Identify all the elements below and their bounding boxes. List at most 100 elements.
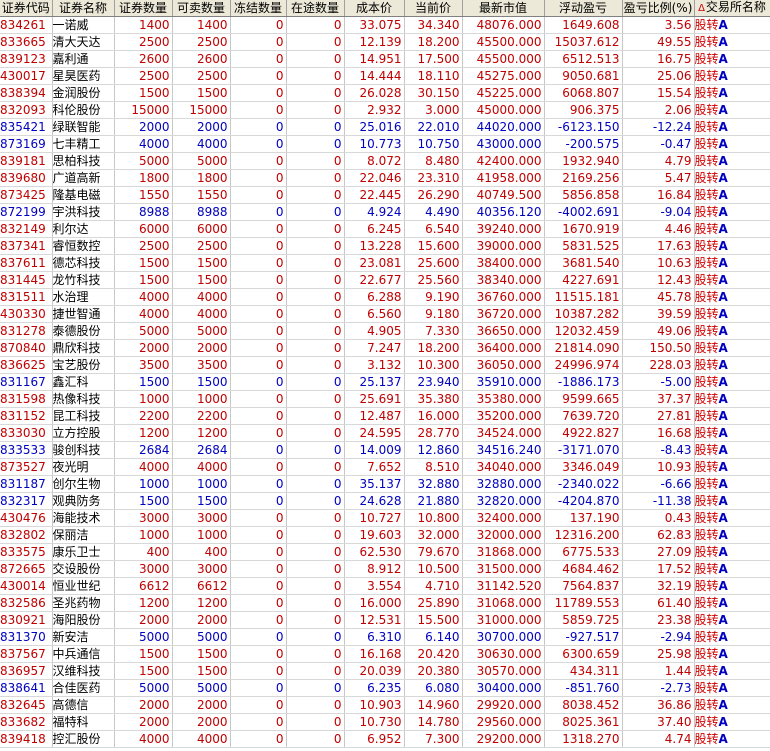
col-header-sellable[interactable]: 可卖数量 [172,0,231,17]
table-row[interactable]: 835421 绿联智能 2000 2000 0 0 25.016 22.010 44020.00… [0,118,770,136]
table-row[interactable]: 838394 金润股份 1500 1500 0 0 26.028 30.150 45225.00… [0,84,770,102]
cell-quantity: 15000 [114,101,173,119]
table-row[interactable]: 831187 创尔生物 1000 1000 0 0 35.137 32.880 32880.00… [0,475,770,493]
table-row[interactable]: 831445 龙竹科技 1500 1500 0 0 22.677 25.560 38340.00… [0,271,770,289]
table-row[interactable]: 833533 骏创科技 2684 2684 0 0 14.009 12.860 34516.24… [0,441,770,459]
cell-current-price: 6.140 [404,628,463,646]
cell-market-value: 34516.240 [462,441,545,459]
cell-quantity: 3500 [114,356,173,374]
table-row[interactable]: 836625 宝艺股份 3500 3500 0 0 3.132 10.300 36050.000… [0,356,770,374]
cell-exchange: 股转A [694,645,770,663]
cell-code: 835421 [0,118,53,136]
exchange-label: 股转 [694,290,719,304]
table-row[interactable]: 832586 圣兆药物 1200 1200 0 0 16.000 25.890 31068.00… [0,594,770,612]
cell-cost-price: 25.016 [344,118,405,136]
cell-market-value: 29200.000 [462,730,545,748]
table-row[interactable]: 873169 七丰精工 4000 4000 0 0 10.773 10.750 43000.00… [0,135,770,153]
table-row[interactable]: 430017 星昊医药 2500 2500 0 0 14.444 18.110 45275.00… [0,67,770,85]
cell-market-value: 41958.000 [462,169,545,187]
col-header-market-value[interactable]: 最新市值 [462,0,545,17]
table-row[interactable]: 831370 新安洁 5000 5000 0 0 6.310 6.140 30700.000 -9… [0,628,770,646]
table-row[interactable]: 832317 观典防务 1500 1500 0 0 24.628 21.880 32820.00… [0,492,770,510]
cell-floating-pnl: -200.575 [544,135,623,153]
table-row[interactable]: 831152 昆工科技 2200 2200 0 0 12.487 16.000 35200.00… [0,407,770,425]
cell-code: 834261 [0,16,53,34]
cell-in-transit: 0 [286,67,345,85]
cell-market-value: 45000.000 [462,101,545,119]
table-row[interactable]: 839123 嘉利通 2600 2600 0 0 14.951 17.500 45500.000… [0,50,770,68]
table-row[interactable]: 837567 中兵通信 1500 1500 0 0 16.168 20.420 30630.00… [0,645,770,663]
cell-current-price: 8.510 [404,458,463,476]
col-header-code[interactable]: 证券代码 [0,0,53,17]
cell-current-price: 35.380 [404,390,463,408]
col-header-pnl-ratio[interactable]: 盈亏比例(%) [622,0,695,17]
table-row[interactable]: 430014 恒业世纪 6612 6612 0 0 3.554 4.710 31142.520 7… [0,577,770,595]
cell-in-transit: 0 [286,560,345,578]
cell-quantity: 4000 [114,305,173,323]
market-tag: A [718,69,728,83]
table-row[interactable]: 872665 交设股份 3000 3000 0 0 8.912 10.500 31500.000… [0,560,770,578]
cell-sellable: 3500 [172,356,231,374]
col-header-cost-price[interactable]: 成本价 [344,0,405,17]
col-header-name[interactable]: 证券名称 [52,0,115,17]
cell-name: 泰德股份 [52,322,115,340]
table-row[interactable]: 833665 清大天达 2500 2500 0 0 12.139 18.200 45500.00… [0,33,770,51]
cell-pnl-ratio: 32.19 [622,577,695,595]
cell-code: 872199 [0,203,53,221]
table-row[interactable]: 839418 控汇股份 4000 4000 0 0 6.952 7.300 29200.000 1… [0,730,770,748]
cell-floating-pnl: 21814.090 [544,339,623,357]
table-row[interactable]: 832149 利尔达 6000 6000 0 0 6.245 6.540 39240.000 16… [0,220,770,238]
cell-pnl-ratio: 2.06 [622,101,695,119]
table-row[interactable]: 833030 立方控股 1200 1200 0 0 24.595 28.770 34524.00… [0,424,770,442]
col-header-floating-pnl[interactable]: 浮动盈亏 [544,0,623,17]
table-row[interactable]: 830921 海阳股份 2000 2000 0 0 12.531 15.500 31000.00… [0,611,770,629]
table-row[interactable]: 873527 夜光明 4000 4000 0 0 7.652 8.510 34040.000 33… [0,458,770,476]
cell-exchange: 股转A [694,237,770,255]
col-header-frozen[interactable]: 冻结数量 [230,0,287,17]
table-row[interactable]: 831278 泰德股份 5000 5000 0 0 4.905 7.330 36650.000 1… [0,322,770,340]
table-row[interactable]: 838641 合佳医药 5000 5000 0 0 6.235 6.080 30400.000-… [0,679,770,697]
cell-exchange: 股转A [694,84,770,102]
exchange-label: 股转 [694,239,719,253]
cell-sellable: 1400 [172,16,231,34]
table-row[interactable]: 833682 福特科 2000 2000 0 0 10.730 14.780 29560.000… [0,713,770,731]
table-row[interactable]: 837611 德芯科技 1500 1500 0 0 23.081 25.600 38400.00… [0,254,770,272]
cell-cost-price: 24.595 [344,424,405,442]
cell-current-price: 32.000 [404,526,463,544]
market-tag: A [718,375,728,389]
table-row[interactable]: 836957 汉维科技 1500 1500 0 0 20.039 20.380 30570.00… [0,662,770,680]
col-header-quantity[interactable]: 证券数量 [114,0,173,17]
col-header-in-transit[interactable]: 在途数量 [286,0,345,17]
cell-in-transit: 0 [286,169,345,187]
table-row[interactable]: 870840 鼎欣科技 2000 2000 0 0 7.247 18.200 36400.000… [0,339,770,357]
table-row[interactable]: 430476 海能技术 3000 3000 0 0 10.727 10.800 32400.00… [0,509,770,527]
cell-pnl-ratio: -11.38 [622,492,695,510]
table-row[interactable]: 839680 广道高新 1800 1800 0 0 22.046 23.310 41958.00… [0,169,770,187]
cell-frozen: 0 [230,492,287,510]
cell-exchange: 股转A [694,203,770,221]
cell-pnl-ratio: 150.50 [622,339,695,357]
table-row[interactable]: 831167 鑫汇科 1500 1500 0 0 25.137 23.940 35910.000… [0,373,770,391]
table-row[interactable]: 837341 睿恒数控 2500 2500 0 0 13.228 15.600 39000.00… [0,237,770,255]
cell-pnl-ratio: 62.83 [622,526,695,544]
cell-in-transit: 0 [286,288,345,306]
table-row[interactable]: 833575 康乐卫士 400 400 0 0 62.530 79.670 31868.000 6… [0,543,770,561]
col-header-exchange[interactable]: Δ交易所名称 [694,0,770,17]
table-row[interactable]: 832802 保丽洁 1000 1000 0 0 19.603 32.000 32000.000… [0,526,770,544]
table-row[interactable]: 839181 思柏科技 5000 5000 0 0 8.072 8.480 42400.000 1… [0,152,770,170]
col-header-current-price[interactable]: 当前价 [404,0,463,17]
table-row[interactable]: 831598 热像科技 1000 1000 0 0 25.691 35.380 35380.00… [0,390,770,408]
table-row[interactable]: 873425 隆基电磁 1550 1550 0 0 22.445 26.290 40749.50… [0,186,770,204]
cell-in-transit: 0 [286,458,345,476]
table-row[interactable]: 834261 一诺威 1400 1400 0 0 33.075 34.340 48076.000… [0,16,770,34]
cell-market-value: 45500.000 [462,50,545,68]
cell-floating-pnl: -2340.022 [544,475,623,493]
table-row[interactable]: 872199 宇洪科技 8988 8988 0 0 4.924 4.490 40356.120-… [0,203,770,221]
cell-current-price: 7.300 [404,730,463,748]
cell-code: 832586 [0,594,53,612]
table-row[interactable]: 832093 科伦股份 15000 15000 0 0 2.932 3.000 45000.00… [0,101,770,119]
table-row[interactable]: 430330 捷世智通 4000 4000 0 0 6.560 9.180 36720.000 1… [0,305,770,323]
table-row[interactable]: 832645 高德信 2000 2000 0 0 10.903 14.960 29920.000… [0,696,770,714]
table-row[interactable]: 831511 水治理 4000 4000 0 0 6.288 9.190 36760.000 11… [0,288,770,306]
cell-current-price: 7.330 [404,322,463,340]
